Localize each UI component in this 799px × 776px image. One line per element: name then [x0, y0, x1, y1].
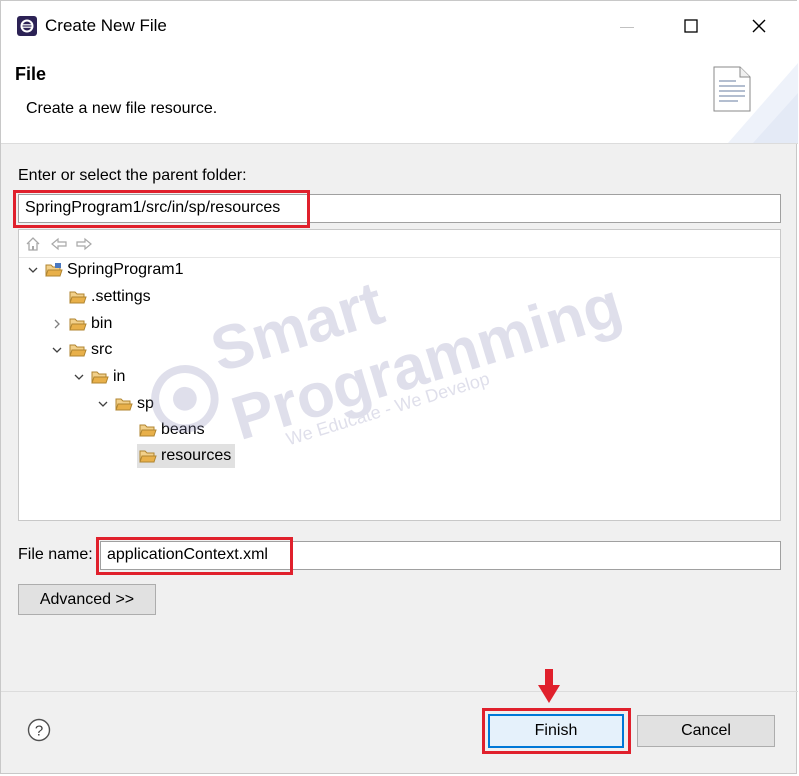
tree-item-label: sp	[137, 395, 154, 412]
highlight-box-file-name	[96, 537, 293, 575]
folder-icon	[91, 371, 109, 384]
folder-icon	[139, 424, 157, 437]
tree-item-label: in	[113, 368, 126, 385]
parent-folder-label: Enter or select the parent folder:	[18, 167, 247, 184]
home-icon[interactable]	[25, 236, 41, 252]
minimize-button[interactable]: —	[607, 9, 647, 43]
project-folder-icon	[45, 263, 63, 277]
tree-item-sp[interactable]: sp	[95, 392, 154, 416]
tree-item-in[interactable]: in	[71, 365, 125, 389]
cancel-button[interactable]: Cancel	[637, 715, 775, 747]
help-glyph: ?	[35, 723, 43, 740]
tree-item-bin[interactable]: bin	[49, 312, 112, 336]
arrow-down-indicator-icon	[538, 669, 560, 703]
folder-icon	[69, 291, 87, 304]
file-name-label: File name:	[18, 546, 93, 563]
page-description: Create a new file resource.	[26, 100, 218, 117]
chevron-down-icon[interactable]	[25, 262, 41, 278]
close-button[interactable]	[739, 9, 779, 43]
highlight-box-finish	[482, 708, 631, 754]
tree-item-label: bin	[91, 315, 113, 332]
folder-icon	[69, 318, 87, 331]
folder-icon	[69, 344, 87, 357]
new-file-banner-icon	[713, 63, 798, 143]
tree-item-resources[interactable]: resources	[137, 444, 236, 468]
eclipse-app-icon	[17, 16, 37, 36]
folder-icon	[139, 450, 157, 463]
footer-divider	[1, 691, 798, 692]
dialog-window: Create New File — File Create a new file…	[0, 0, 798, 774]
chevron-down-icon[interactable]	[95, 396, 111, 412]
tree-toolbar	[19, 230, 780, 258]
highlight-box-parent-folder	[13, 190, 310, 228]
advanced-button[interactable]: Advanced >>	[18, 584, 156, 615]
chevron-right-icon[interactable]	[49, 316, 65, 332]
help-icon[interactable]: ?	[27, 718, 51, 742]
tree-item-settings[interactable]: .settings	[69, 285, 151, 309]
tree-item-label: resources	[161, 447, 232, 464]
chevron-down-icon[interactable]	[49, 342, 65, 358]
tree-item-label: .settings	[91, 288, 151, 305]
maximize-button[interactable]	[671, 9, 711, 43]
tree-item-beans[interactable]: beans	[139, 418, 205, 442]
folder-tree[interactable]: SpringProgram1 .settings bin src in sp b…	[18, 229, 781, 521]
tree-item-label: SpringProgram1	[67, 261, 184, 278]
back-arrow-icon[interactable]	[50, 236, 68, 252]
chevron-down-icon[interactable]	[71, 369, 87, 385]
title-bar[interactable]: Create New File —	[1, 1, 798, 53]
maximize-icon	[684, 19, 698, 33]
tree-item-springprogram1[interactable]: SpringProgram1	[25, 258, 184, 282]
page-title: File	[15, 64, 47, 84]
forward-arrow-icon[interactable]	[75, 236, 93, 252]
tree-item-label: src	[91, 341, 113, 358]
close-icon	[752, 19, 766, 33]
folder-icon	[115, 398, 133, 411]
window-title: Create New File	[45, 16, 167, 35]
wizard-header: File Create a new file resource.	[1, 53, 798, 144]
tree-item-src[interactable]: src	[49, 338, 112, 362]
tree-item-label: beans	[161, 421, 205, 438]
